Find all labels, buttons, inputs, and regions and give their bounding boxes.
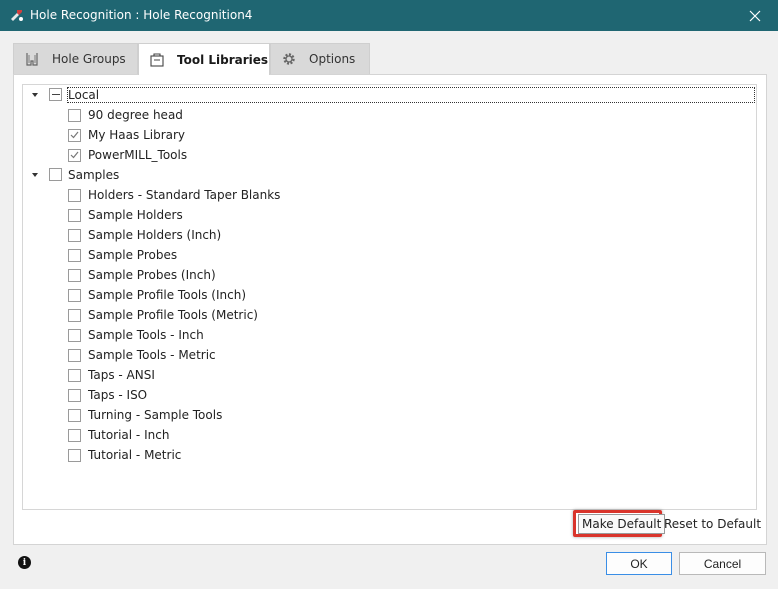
tree-item-label: My Haas Library — [88, 128, 186, 142]
tree-item[interactable]: Taps - ISO — [68, 385, 147, 405]
tree-item[interactable]: Taps - ANSI — [68, 365, 155, 385]
tree-checkbox[interactable] — [68, 128, 81, 142]
tree-item-label: Taps - ANSI — [88, 368, 155, 382]
title-bar: Hole Recognition : Hole Recognition4 — [0, 0, 778, 31]
tree-item-label: Sample Holders (Inch) — [88, 228, 222, 242]
tree-group-label: Samples — [68, 168, 120, 182]
tree-item[interactable]: Sample Holders (Inch) — [68, 225, 221, 245]
tree-item-label: Sample Probes (Inch) — [88, 268, 216, 282]
tree-checkbox[interactable] — [68, 368, 81, 382]
tree-item[interactable]: Sample Profile Tools (Inch) — [68, 285, 246, 305]
tree-item[interactable]: Sample Tools - Metric — [68, 345, 216, 365]
tree-item-label: Sample Tools - Inch — [88, 328, 204, 342]
expand-triangle-icon[interactable] — [30, 170, 40, 180]
tab-label: Tool Libraries — [177, 52, 269, 67]
tab-hole-groups[interactable]: Hole Groups — [13, 43, 138, 74]
tree-item-label: Tutorial - Metric — [88, 448, 182, 462]
tree-item[interactable]: Sample Tools - Inch — [68, 325, 204, 345]
tree-group-local[interactable]: Local — [23, 85, 755, 105]
tree-checkbox[interactable] — [68, 148, 81, 162]
tree-checkbox[interactable] — [68, 348, 81, 362]
tree-item-label: Tutorial - Inch — [88, 428, 170, 442]
tree-item[interactable]: Sample Holders — [68, 205, 183, 225]
tree-item[interactable]: Sample Probes — [68, 245, 177, 265]
tab-label: Options — [309, 52, 356, 66]
tree-item-label: PowerMILL_Tools — [88, 148, 188, 162]
tree-item[interactable]: Sample Probes (Inch) — [68, 265, 216, 285]
tree-checkbox[interactable] — [68, 428, 81, 442]
make-default-button[interactable]: Make Default — [578, 514, 666, 534]
tree-checkbox[interactable] — [68, 288, 81, 302]
expand-triangle-icon[interactable] — [30, 90, 40, 100]
tree-item-label: Sample Holders — [88, 208, 183, 222]
tree-item[interactable]: Holders - Standard Taper Blanks — [68, 185, 280, 205]
tree-checkbox[interactable] — [68, 268, 81, 282]
tree-item-label: Sample Profile Tools (Inch) — [88, 288, 247, 302]
tab-options[interactable]: Options — [270, 43, 370, 74]
checkmark-icon — [70, 151, 79, 159]
tree-checkbox[interactable] — [68, 108, 81, 122]
hole-groups-icon — [24, 51, 40, 67]
tree-item[interactable]: 90 degree head — [68, 105, 183, 125]
tree-item-label: Sample Profile Tools (Metric) — [88, 308, 258, 322]
checkmark-icon — [70, 131, 79, 139]
tree-item-label: Sample Probes — [88, 248, 178, 262]
tree-checkbox[interactable] — [68, 308, 81, 322]
cancel-button[interactable]: Cancel — [679, 552, 766, 575]
reset-to-default-button[interactable]: Reset to Default — [664, 514, 761, 534]
tree-checkbox[interactable] — [68, 388, 81, 402]
tree-item[interactable]: Tutorial - Inch — [68, 425, 169, 445]
info-icon[interactable]: i — [18, 556, 31, 569]
tree-item[interactable]: Turning - Sample Tools — [68, 405, 222, 425]
ok-button[interactable]: OK — [606, 552, 672, 575]
tree-item-label: Sample Tools - Metric — [88, 348, 216, 362]
close-icon — [749, 10, 761, 21]
tree-checkbox[interactable] — [68, 208, 81, 222]
tree-item-label: Taps - ISO — [88, 388, 148, 402]
tree-checkbox[interactable] — [49, 168, 62, 181]
close-button[interactable] — [732, 0, 778, 31]
tree-checkbox[interactable] — [68, 448, 81, 462]
tree-group-samples[interactable]: Samples — [23, 165, 323, 185]
tree-item[interactable]: PowerMILL_Tools — [68, 145, 187, 165]
tree-item[interactable]: My Haas Library — [68, 125, 185, 145]
tree-group-label: Local — [67, 87, 755, 103]
tree-item-label: Holders - Standard Taper Blanks — [88, 188, 281, 202]
tree-item-label: Turning - Sample Tools — [88, 408, 223, 422]
tab-tool-libraries[interactable]: Tool Libraries — [138, 43, 270, 75]
tab-label: Hole Groups — [52, 52, 126, 66]
tool-library-tree[interactable]: Local 90 degree head My Haas Library Pow… — [22, 84, 757, 510]
tree-checkbox[interactable] — [68, 408, 81, 422]
tree-item[interactable]: Tutorial - Metric — [68, 445, 181, 465]
window-title: Hole Recognition : Hole Recognition4 — [30, 8, 253, 22]
gear-icon — [281, 51, 297, 67]
tree-checkbox[interactable] — [68, 228, 81, 242]
tree-checkbox[interactable] — [68, 188, 81, 202]
tree-checkbox[interactable] — [49, 88, 62, 101]
tool-library-icon — [149, 52, 165, 68]
tree-item[interactable]: Sample Profile Tools (Metric) — [68, 305, 258, 325]
tree-item-label: 90 degree head — [88, 108, 183, 122]
tree-checkbox[interactable] — [68, 328, 81, 342]
hole-recognition-app-icon — [9, 7, 25, 23]
tree-checkbox[interactable] — [68, 248, 81, 262]
